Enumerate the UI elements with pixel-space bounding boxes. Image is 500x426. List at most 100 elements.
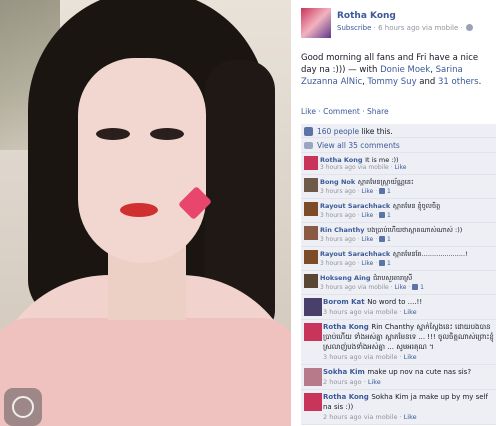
comment-bubble-icon xyxy=(304,142,313,149)
comment-time: 3 hours ago via mobile · xyxy=(323,353,404,361)
commenter-avatar[interactable] xyxy=(304,202,318,216)
comment-like-link[interactable]: Like xyxy=(404,308,417,316)
separator: and xyxy=(416,77,439,87)
comment-list: Rotha Kong It is me :)) 3 hours ago via m… xyxy=(301,153,496,425)
commenter-avatar[interactable] xyxy=(304,323,322,341)
comment-like-count[interactable]: 1 xyxy=(387,188,391,195)
comment-meta: 3 hours ago · Like · 1 xyxy=(320,188,391,195)
commenter-name[interactable]: Bong Nok xyxy=(320,178,355,186)
comment-row: Rotha Kong Rin Chanthy ស្នាក់ស្តែងនេះ ដោ… xyxy=(301,320,496,365)
likes-row: 160 people like this. xyxy=(301,124,496,138)
comment-meta: 3 hours ago · Like · 1 xyxy=(320,236,391,243)
photo-dress xyxy=(0,318,291,426)
commenter-name[interactable]: Borom Kat xyxy=(323,298,365,306)
comment-like-link[interactable]: Like xyxy=(361,188,373,195)
commenter-avatar[interactable] xyxy=(304,178,318,192)
globe-icon xyxy=(465,24,473,31)
comment-row: Borom Kat No word to ....!! 3 hours ago v… xyxy=(301,295,496,320)
comment-time: 2 hours ago · xyxy=(323,378,368,386)
comment-row: Rotha Kong It is me :)) 3 hours ago via m… xyxy=(301,153,496,175)
commenter-avatar[interactable] xyxy=(304,393,322,411)
comment-text: make up nov na cute nas sis? xyxy=(367,368,472,376)
photo-lips xyxy=(120,203,158,217)
commenter-name[interactable]: Rayout Sarachhack xyxy=(320,250,390,258)
comment-row: Bong Nok ស្អាតមែនស្រ្តាយ័ណ្ណនេះ 3 hours a… xyxy=(301,175,496,199)
comment-like-link[interactable]: Like xyxy=(361,236,373,243)
commenter-avatar[interactable] xyxy=(304,226,318,240)
comment-row: Rayout Sarachhack ស្អាតមែន ខ្ញុំចូលចិត្ត… xyxy=(301,199,496,223)
comment-time: 3 hours ago · xyxy=(320,188,362,195)
assistive-touch-button[interactable] xyxy=(4,388,42,426)
commenter-name[interactable]: Rotha Kong xyxy=(323,393,369,401)
comment-like-link[interactable]: Like xyxy=(368,378,381,386)
comment-text: ស្អាតមែនតែ.....................! xyxy=(392,250,468,258)
commenter-name[interactable]: Hokseng Aing xyxy=(320,274,371,282)
comment-like-count[interactable]: 1 xyxy=(387,260,391,267)
comment-like-count[interactable]: 1 xyxy=(420,284,424,291)
comment-meta: 3 hours ago via mobile · Like xyxy=(323,352,494,362)
commenter-name[interactable]: Sokha Kim xyxy=(323,368,365,376)
comment-like-link[interactable]: Like xyxy=(361,260,373,267)
comment-time: 3 hours ago · xyxy=(320,260,362,267)
comment-row: Rin Chanthy បងប្រាប់ហើយថាស្អាតណាស់ណាស់ :… xyxy=(301,223,496,247)
commenter-name[interactable]: Rotha Kong xyxy=(323,323,369,331)
likes-count-link[interactable]: 160 people xyxy=(317,127,359,136)
post-actions[interactable]: Like · Comment · Share xyxy=(297,88,500,116)
comment-row: Hokseng Aing ជំរាបសួរតារាស្រី 3 hours ago… xyxy=(301,271,496,295)
commenter-avatar[interactable] xyxy=(304,298,322,316)
comment-time: 3 hours ago · xyxy=(320,236,362,243)
comment-meta: 3 hours ago via mobile · Like xyxy=(323,307,494,317)
comment-meta: 3 hours ago via mobile · Like · 1 xyxy=(320,284,424,291)
subscribe-link[interactable]: Subscribe xyxy=(337,24,371,32)
comment-text: It is me :)) xyxy=(365,156,399,164)
commenter-name[interactable]: Rin Chanthy xyxy=(320,226,365,234)
comment-like-link[interactable]: Like xyxy=(404,353,417,361)
like-thumb-icon xyxy=(412,284,419,290)
view-all-comments-row[interactable]: View all 35 comments xyxy=(301,138,496,153)
likes-suffix: like this. xyxy=(359,127,393,136)
post-photo[interactable] xyxy=(0,0,291,426)
photo-eye-left xyxy=(96,128,130,140)
photo-face xyxy=(78,58,206,263)
comment-meta: 3 hours ago · Like · 1 xyxy=(320,212,391,219)
author-name[interactable]: Rotha Kong xyxy=(337,11,396,21)
tag-link[interactable]: Tommy Suy xyxy=(368,77,417,87)
tag-link[interactable]: Donie Moek xyxy=(380,65,430,75)
like-thumb-icon xyxy=(379,236,386,242)
comment-row: Rotha Kong Sokha Kim ja make up by my se… xyxy=(301,390,496,425)
commenter-name[interactable]: Rotha Kong xyxy=(320,156,363,164)
post-meta: Subscribe · 6 hours ago via mobile · xyxy=(337,24,473,32)
comment-text: បងប្រាប់ហើយថាស្អាតណាស់ណាស់ :)) xyxy=(367,226,463,234)
view-all-comments-link[interactable]: View all 35 comments xyxy=(317,141,400,150)
circle-icon xyxy=(12,396,34,418)
post-text: Good morning all fans and Fri have a nic… xyxy=(297,42,500,88)
commenter-avatar[interactable] xyxy=(304,156,318,170)
comment-text: No word to ....!! xyxy=(367,298,423,306)
post-header: Rotha Kong Subscribe · 6 hours ago via m… xyxy=(297,0,500,42)
like-thumb-icon xyxy=(379,188,386,194)
comment-like-link[interactable]: Like xyxy=(394,164,406,171)
like-thumb-icon xyxy=(304,127,313,136)
comment-meta: 2 hours ago · Like xyxy=(323,377,494,387)
commenter-avatar[interactable] xyxy=(304,274,318,288)
post-sidebar: Rotha Kong Subscribe · 6 hours ago via m… xyxy=(297,0,500,426)
comment-like-count[interactable]: 1 xyxy=(387,212,391,219)
ufi-block: 160 people like this. View all 35 commen… xyxy=(301,124,496,425)
comment-time: 3 hours ago via mobile · xyxy=(323,308,404,316)
post-time: · 6 hours ago via mobile · xyxy=(373,24,463,32)
comment-like-count[interactable]: 1 xyxy=(387,236,391,243)
commenter-avatar[interactable] xyxy=(304,368,322,386)
comment-row: Rayout Sarachhack ស្អាតមែនតែ............… xyxy=(301,247,496,271)
comment-row: Sokha Kim make up nov na cute nas sis? 2 … xyxy=(301,365,496,390)
comment-like-link[interactable]: Like xyxy=(361,212,373,219)
comment-like-link[interactable]: Like xyxy=(394,284,406,291)
comment-time: 3 hours ago via mobile · xyxy=(320,284,395,291)
commenter-avatar[interactable] xyxy=(304,250,318,264)
like-thumb-icon xyxy=(379,212,386,218)
author-avatar[interactable] xyxy=(301,8,331,38)
others-link[interactable]: 31 others xyxy=(438,77,479,87)
comment-like-link[interactable]: Like xyxy=(404,413,417,421)
commenter-name[interactable]: Rayout Sarachhack xyxy=(320,202,390,210)
comment-meta: 3 hours ago · Like · 1 xyxy=(320,260,391,267)
comment-meta: 2 hours ago via mobile · Like xyxy=(323,412,494,422)
